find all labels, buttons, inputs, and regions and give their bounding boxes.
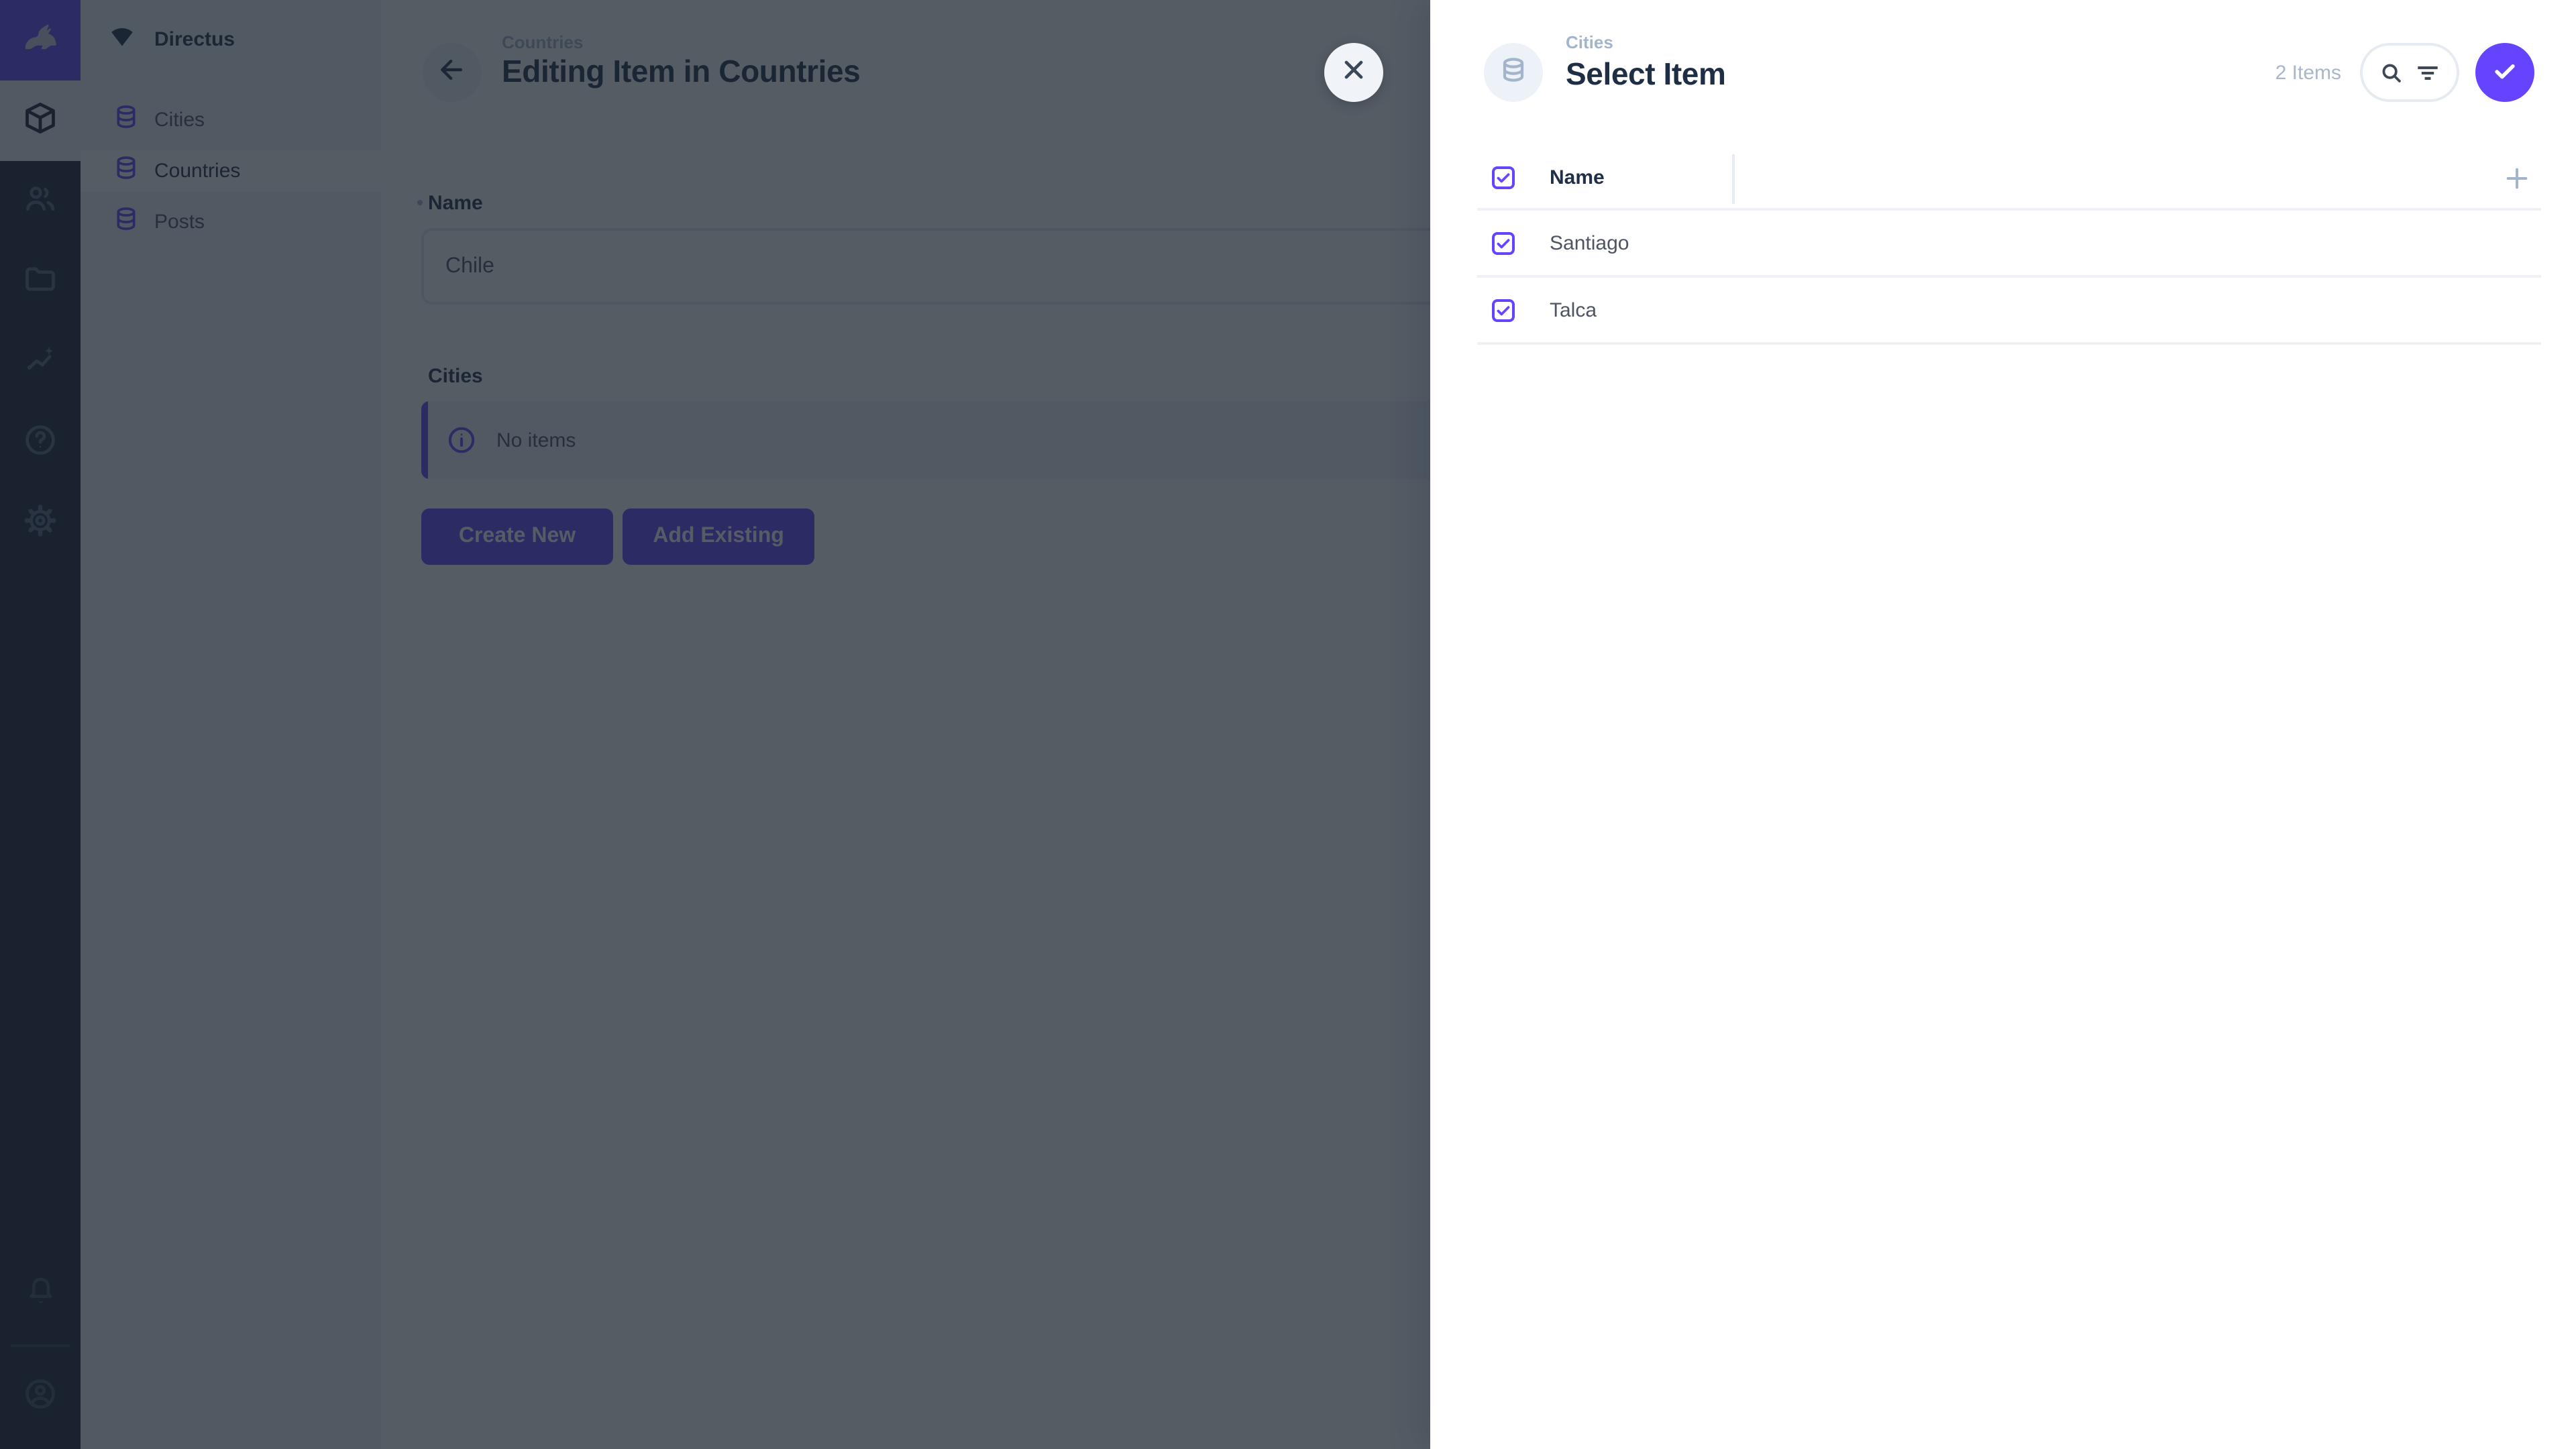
table-row-talca[interactable]: Talca — [1477, 278, 2541, 345]
table-header-row: Name — [1477, 148, 2541, 211]
close-icon — [1339, 54, 1368, 91]
row-name-cell: Talca — [1550, 299, 1597, 321]
check-icon — [2490, 56, 2520, 89]
items-table: Name Santiago — [1477, 148, 2541, 345]
items-count: 2 Items — [2275, 61, 2341, 84]
search-icon[interactable] — [2379, 60, 2404, 85]
collection-avatar — [1484, 43, 1543, 102]
row-checkbox[interactable] — [1492, 231, 1515, 254]
drawer-overlay[interactable] — [0, 0, 1430, 1449]
confirm-selection-button[interactable] — [2475, 43, 2534, 102]
select-all-checkbox[interactable] — [1492, 166, 1515, 189]
table-row-santiago[interactable]: Santiago — [1477, 211, 2541, 278]
row-name-cell: Santiago — [1550, 231, 1629, 254]
drawer-close-button[interactable] — [1324, 43, 1383, 102]
select-item-drawer: Cities Select Item 2 Items — [1430, 0, 2576, 1449]
directus-app: Directus Cities — [0, 0, 2576, 1449]
plus-icon[interactable] — [2504, 164, 2530, 191]
column-divider[interactable] — [1732, 154, 1735, 204]
filter-icon[interactable] — [2415, 60, 2440, 85]
drawer-title: Select Item — [1566, 56, 1726, 93]
drawer-collection-label: Cities — [1566, 32, 1613, 52]
column-header-name[interactable]: Name — [1550, 166, 1605, 189]
row-checkbox[interactable] — [1492, 299, 1515, 321]
search-filter-pill — [2360, 43, 2459, 102]
drawer-actions: 2 Items — [2275, 43, 2534, 102]
database-icon — [1497, 53, 1529, 92]
